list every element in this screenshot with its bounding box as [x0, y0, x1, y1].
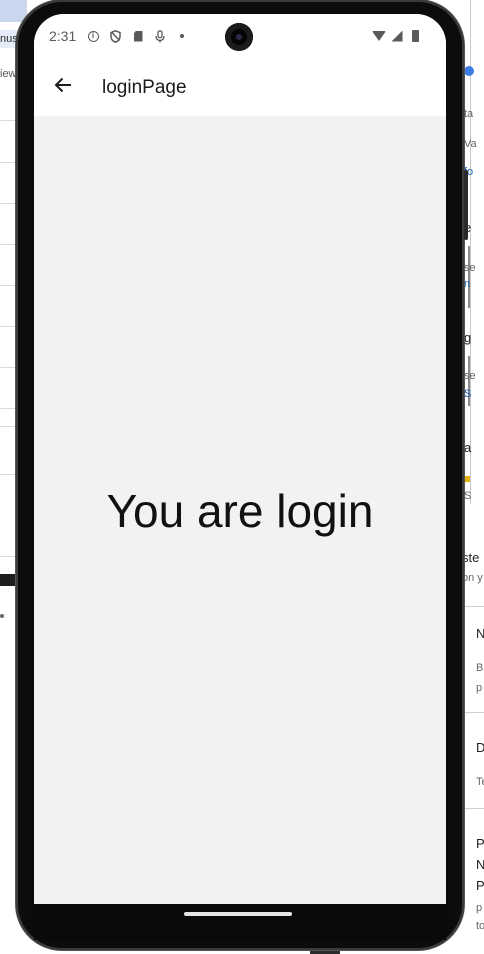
- background-fragment: se: [464, 370, 476, 382]
- phone-side-button: [464, 170, 468, 240]
- background-fragment: a: [464, 440, 472, 455]
- app-bar: loginPage: [34, 58, 446, 116]
- background-fragment: Te: [476, 776, 484, 788]
- status-time: 2:31: [49, 28, 77, 44]
- navigation-bar: [34, 904, 446, 940]
- info-icon: i: [86, 29, 100, 43]
- background-fragment: N: [476, 857, 484, 872]
- background-tabstrip: [0, 0, 26, 22]
- background-fragment: to: [476, 920, 484, 932]
- back-button[interactable]: [48, 72, 78, 102]
- background-fragment: B: [476, 662, 484, 674]
- background-fragment: N: [476, 626, 484, 641]
- background-fragment: p: [476, 902, 483, 914]
- background-fragment: on y: [462, 572, 483, 584]
- battery-icon: [408, 29, 422, 43]
- page-title: loginPage: [102, 77, 187, 98]
- dot-icon: [175, 29, 189, 43]
- background-fragment: P: [476, 878, 484, 893]
- phone-frame: 2:31 i loginPage You are login: [16, 0, 468, 950]
- status-bar: 2:31 i: [34, 14, 446, 58]
- background-fragment: P: [476, 836, 484, 851]
- wifi-icon: [372, 29, 386, 43]
- shield-icon: [108, 29, 122, 43]
- background-fragment: Va: [464, 138, 477, 150]
- background-blue-icon: [464, 66, 474, 76]
- page-content: You are login: [34, 116, 446, 904]
- background-fragment: D: [476, 740, 484, 755]
- background-scrollbar: [468, 246, 470, 308]
- login-status-message: You are login: [106, 485, 374, 537]
- background-fragment: S: [464, 490, 472, 502]
- background-fragment: n: [464, 278, 471, 290]
- background-fragment: ste: [462, 550, 480, 565]
- background-divider: [464, 808, 484, 809]
- microphone-icon: [153, 29, 167, 43]
- background-fragment: se: [464, 262, 476, 274]
- phone-screen: 2:31 i loginPage You are login: [34, 14, 446, 904]
- signal-icon: [390, 29, 404, 43]
- background-fragment: S: [464, 388, 472, 400]
- background-divider: [464, 712, 484, 713]
- background-fragment: g: [464, 330, 472, 345]
- camera-lens: [236, 34, 242, 40]
- home-indicator[interactable]: [184, 912, 292, 916]
- background-divider: [464, 606, 484, 607]
- sd-card-icon: [131, 29, 145, 43]
- background-dot: [0, 614, 4, 618]
- background-fragment: ta: [464, 108, 474, 120]
- front-camera: [225, 23, 253, 51]
- arrow-left-icon: [54, 77, 72, 98]
- background-fragment: p: [476, 682, 483, 694]
- background-accent: [464, 476, 470, 482]
